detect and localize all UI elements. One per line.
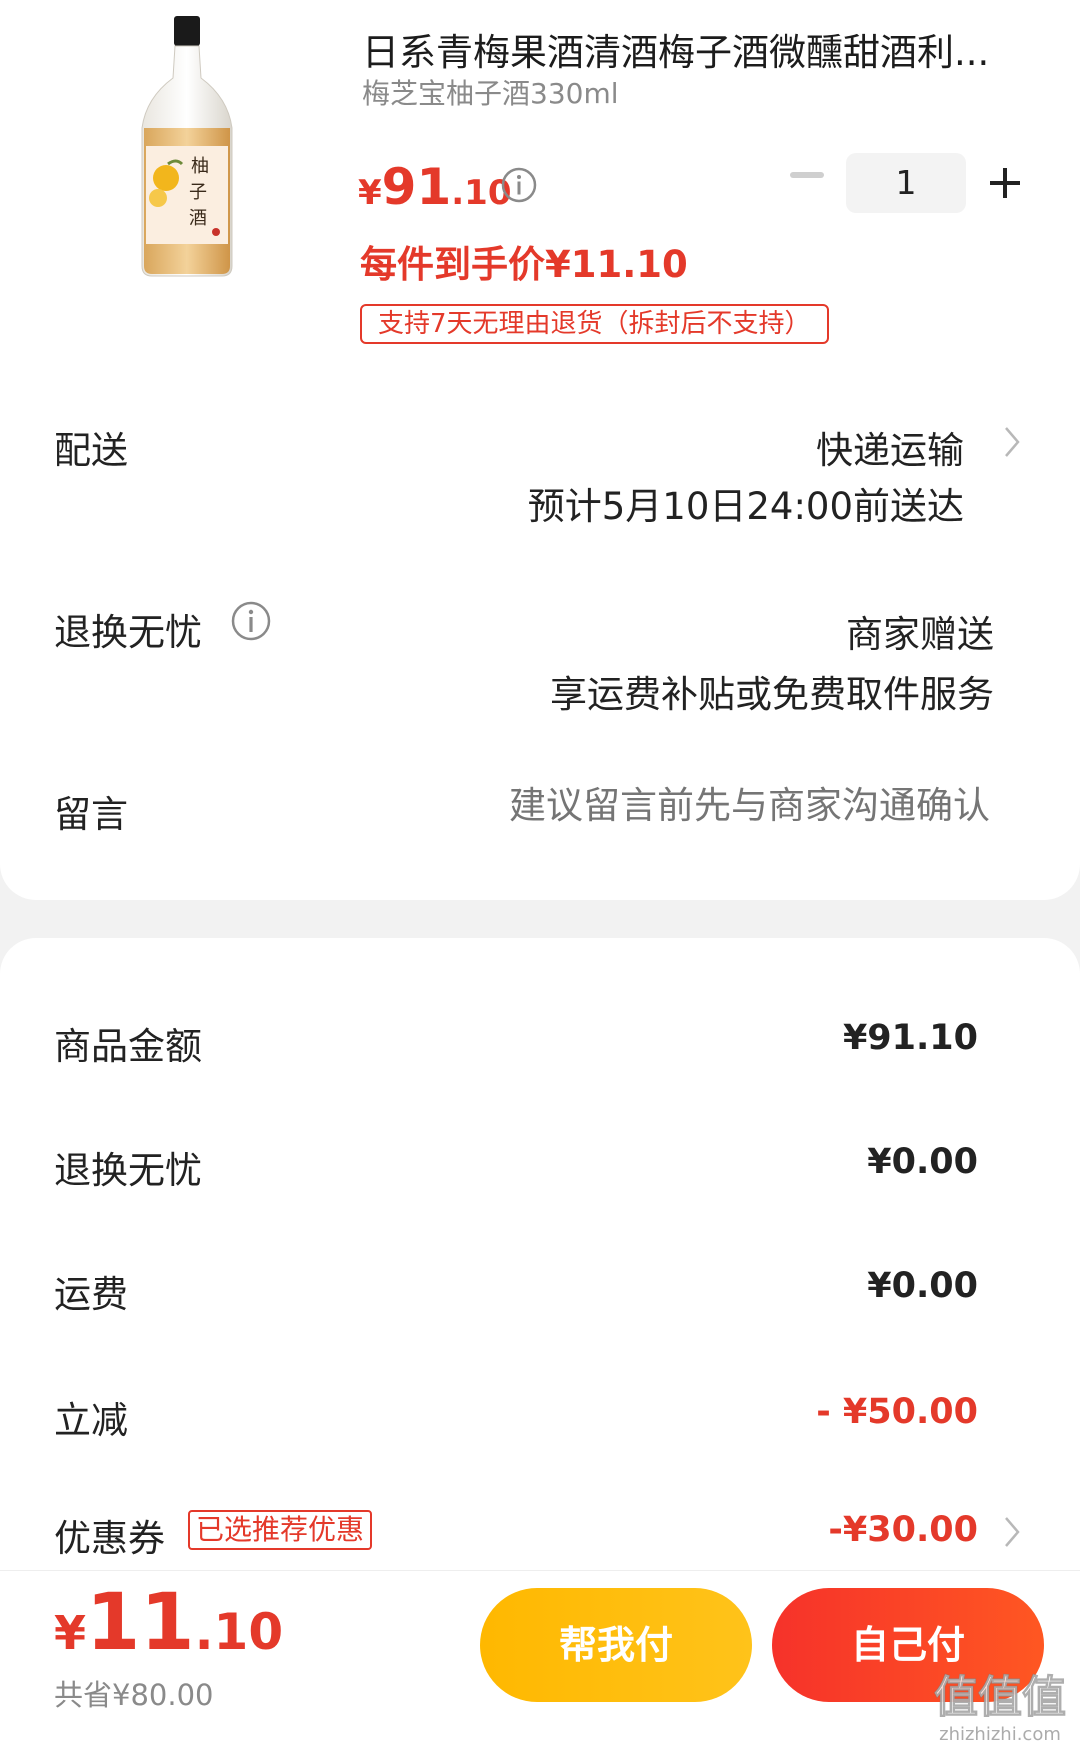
coupon-label: 优惠券 [54,1517,165,1560]
delivery-eta: 预计5月10日24:00前送达 [527,485,964,528]
watermark-logo: 值值值 zhizhizhi.com [934,1672,1067,1746]
svg-text:zhizhizhi.com: zhizhizhi.com [939,1724,1061,1745]
help-pay-button[interactable]: 帮我付 [480,1588,752,1702]
worry-free-description: 享运费补贴或免费取件服务 [550,673,994,716]
product-image[interactable]: 柚 子 酒 [128,8,246,282]
coupon-recommended-tag[interactable]: 已选推荐优惠 [188,1510,373,1550]
chevron-right-icon[interactable] [1002,424,1022,460]
worry-free-fee-label: 退换无忧 [54,1149,202,1192]
product-variant[interactable]: 梅芝宝柚子酒330ml [362,72,619,112]
total-price: ¥11.10 [54,1578,283,1668]
price-currency: ¥ [358,173,382,213]
svg-text:值值值: 值值值 [934,1672,1066,1723]
quantity-input[interactable]: 1 [846,153,966,213]
bottle-label-char-3: 酒 [189,208,207,229]
goods-amount-label: 商品金额 [54,1025,202,1068]
worry-free-label: 退换无忧 [54,611,202,654]
shipping-fee-value: ¥0.00 [867,1266,978,1306]
worry-free-provider: 商家赠送 [846,613,994,656]
shipping-fee-label: 运费 [54,1273,128,1316]
delivery-method[interactable]: 快递运输 [816,420,964,474]
chevron-right-icon[interactable] [1002,1514,1022,1550]
bottle-label-char-2: 子 [189,182,207,203]
quantity-increase-button[interactable] [988,166,1022,200]
quantity-decrease-button[interactable] [790,172,824,178]
price-integer: 91 [381,158,452,216]
goods-amount-value: ¥91.10 [842,1018,978,1058]
worry-free-info-icon[interactable] [230,600,272,642]
unit-final-price: 每件到手价¥11.10 [360,243,688,286]
total-saved: 共省¥80.00 [54,1678,214,1712]
worry-free-fee-value: ¥0.00 [867,1142,978,1182]
bottle-label-char-1: 柚 [191,156,209,177]
return-policy-tag: 支持7天无理由退货（拆封后不支持） [360,304,829,344]
total-currency: ¥ [54,1606,87,1660]
total-integer: 11 [86,1578,195,1668]
product-title[interactable]: 日系青梅果酒清酒梅子酒微醺甜酒利... [362,22,1014,76]
coupon-value[interactable]: -¥30.00 [828,1510,978,1550]
instant-discount-label: 立减 [54,1399,128,1442]
total-decimal: .10 [194,1603,284,1661]
price-info-icon[interactable] [500,166,538,204]
instant-discount-value: - ¥50.00 [816,1392,978,1432]
product-price: ¥91.10 [358,158,512,216]
message-input[interactable] [420,784,990,827]
message-label: 留言 [54,793,128,836]
delivery-label: 配送 [54,429,128,472]
